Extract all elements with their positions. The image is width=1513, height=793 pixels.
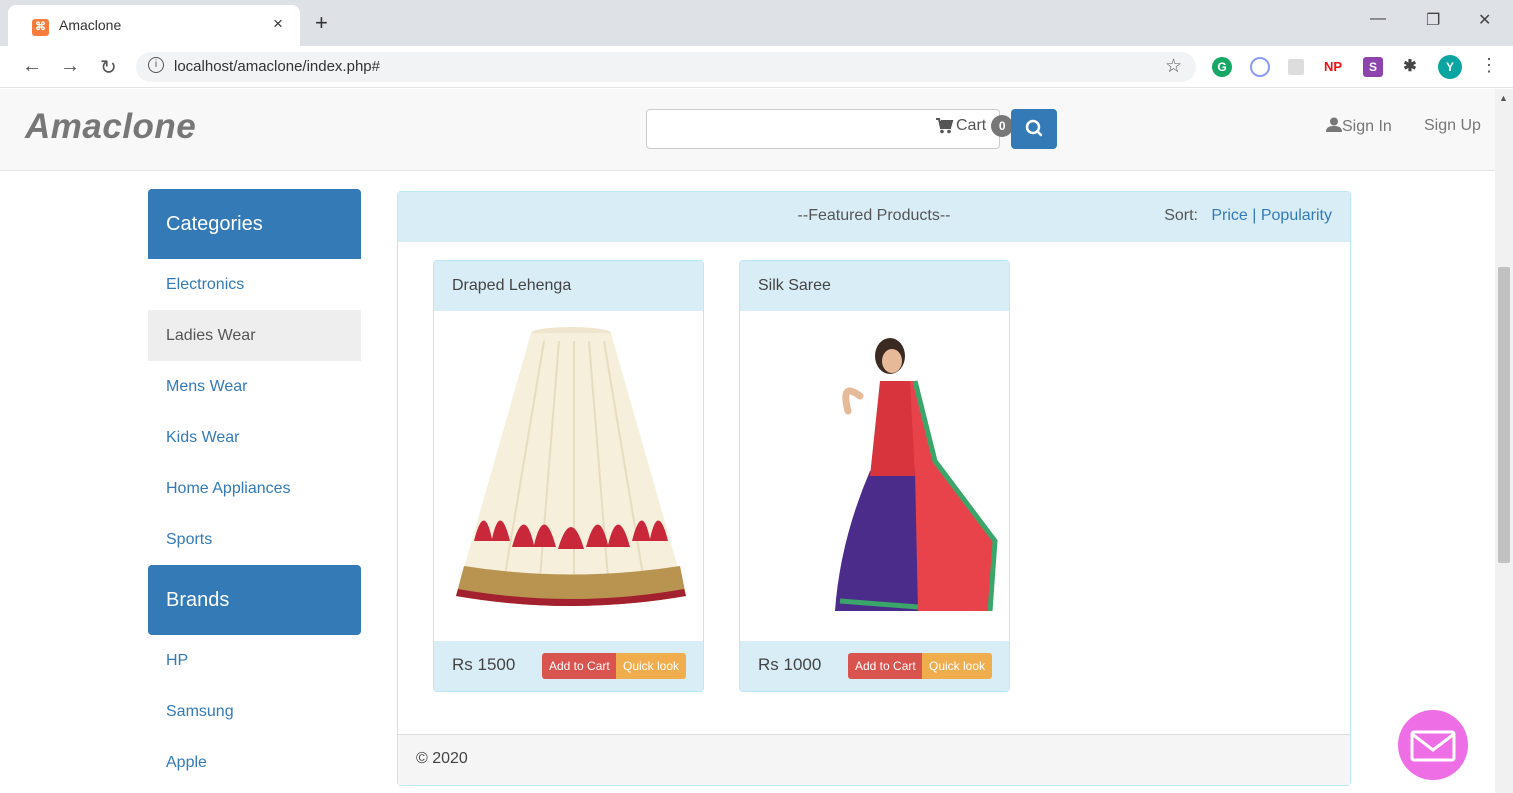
envelope-icon <box>1410 730 1456 762</box>
categories-header: Categories <box>148 189 361 259</box>
browser-toolbar: ← → ↻ i localhost/amaclone/index.php# ☆ … <box>0 46 1513 88</box>
site-brand[interactable]: Amaclone <box>25 107 196 147</box>
product-footer: Rs 1500 Add to Cart Quick look <box>434 641 703 691</box>
profile-avatar[interactable]: Y <box>1438 55 1462 79</box>
info-icon[interactable]: i <box>148 57 164 73</box>
close-window-icon[interactable]: ✕ <box>1478 10 1491 30</box>
product-image-saree[interactable] <box>740 311 1009 641</box>
tab-close-button[interactable]: × <box>273 14 283 34</box>
scroll-thumb[interactable] <box>1498 267 1510 563</box>
sidebar-item-electronics[interactable]: Electronics <box>148 259 361 310</box>
products-panel-header: --Featured Products-- Sort: Price | Popu… <box>398 192 1350 242</box>
tab-title: Amaclone <box>59 17 122 33</box>
address-bar[interactable]: i localhost/amaclone/index.php# ☆ <box>136 52 1196 82</box>
cart-label: Cart <box>956 117 987 134</box>
minimize-icon[interactable]: — <box>1370 10 1386 28</box>
sidebar-item-home-appliances[interactable]: Home Appliances <box>148 463 361 514</box>
grammarly-extension-icon[interactable]: G <box>1212 57 1232 77</box>
sort-separator: | <box>1252 207 1257 224</box>
restore-icon[interactable]: ❐ <box>1426 10 1440 30</box>
product-card: Draped Lehenga Rs 1500 Add to Cart Quick… <box>433 260 704 692</box>
product-name[interactable]: Silk Saree <box>740 261 1009 311</box>
search-button[interactable] <box>1011 109 1057 149</box>
product-footer: Rs 1000 Add to Cart Quick look <box>740 641 1009 691</box>
favicon-icon: ⌘ <box>32 19 49 36</box>
sign-in-label: Sign In <box>1342 118 1392 135</box>
bookmark-star-icon[interactable]: ☆ <box>1165 55 1182 78</box>
cart-link[interactable]: Cart 0 <box>936 115 1014 137</box>
products-panel: --Featured Products-- Sort: Price | Popu… <box>397 191 1351 786</box>
sort-price-link[interactable]: Price <box>1211 207 1247 224</box>
brands-header: Brands <box>148 565 361 635</box>
product-price: Rs 1000 <box>758 655 822 674</box>
sort-popularity-link[interactable]: Popularity <box>1261 207 1332 224</box>
user-icon <box>1326 117 1342 132</box>
back-icon[interactable]: ← <box>22 55 42 78</box>
menu-icon[interactable]: ⋮ <box>1480 55 1498 76</box>
sidebar-item-sports[interactable]: Sports <box>148 514 361 565</box>
quick-look-button[interactable]: Quick look <box>922 653 993 679</box>
s-extension-icon[interactable]: S <box>1363 57 1383 77</box>
sidebar-item-samsung[interactable]: Samsung <box>148 686 361 737</box>
browser-tab-bar: ⌘ Amaclone × + — ❐ ✕ <box>0 0 1513 46</box>
product-card: Silk Saree Rs 1000 Add to Cart Quick loo… <box>739 260 1010 692</box>
sidebar-item-apple[interactable]: Apple <box>148 737 361 788</box>
forward-icon[interactable]: → <box>60 55 80 78</box>
np-extension-icon[interactable]: NP <box>1323 57 1343 77</box>
add-to-cart-button[interactable]: Add to Cart <box>848 653 923 679</box>
flag-extension-icon[interactable] <box>1288 59 1304 75</box>
puzzle-icon[interactable]: ✱ <box>1400 57 1420 77</box>
circle-extension-icon[interactable] <box>1250 57 1270 77</box>
scroll-up-icon[interactable]: ▲ <box>1499 93 1508 103</box>
product-image-lehenga[interactable] <box>434 311 703 641</box>
panel-footer: © 2020 <box>398 734 1350 785</box>
sign-up-link[interactable]: Sign Up <box>1424 117 1481 135</box>
cart-icon <box>936 118 954 134</box>
product-price: Rs 1500 <box>452 655 516 674</box>
cart-count-badge: 0 <box>991 115 1014 137</box>
page-scrollbar[interactable]: ▲ <box>1495 89 1513 793</box>
product-name[interactable]: Draped Lehenga <box>434 261 703 311</box>
url-text: localhost/amaclone/index.php# <box>174 58 380 75</box>
sidebar-item-mens-wear[interactable]: Mens Wear <box>148 361 361 412</box>
site-navbar: Amaclone Cart 0 Sign In Sign Up <box>0 89 1495 171</box>
sort-controls: Sort: Price | Popularity <box>1164 207 1332 225</box>
sidebar-item-hp[interactable]: HP <box>148 635 361 686</box>
sidebar: Categories Electronics Ladies Wear Mens … <box>148 189 361 788</box>
browser-tab[interactable]: ⌘ Amaclone × <box>8 5 300 46</box>
add-to-cart-button[interactable]: Add to Cart <box>542 653 617 679</box>
reload-icon[interactable]: ↻ <box>100 55 117 80</box>
sidebar-item-ladies-wear[interactable]: Ladies Wear <box>148 310 361 361</box>
web-page: Amaclone Cart 0 Sign In Sign Up Categori… <box>0 89 1495 793</box>
sidebar-item-kids-wear[interactable]: Kids Wear <box>148 412 361 463</box>
search-icon <box>1025 119 1043 137</box>
sort-label: Sort: <box>1164 207 1198 224</box>
new-tab-button[interactable]: + <box>315 10 328 36</box>
quick-look-button[interactable]: Quick look <box>616 653 687 679</box>
sign-in-link[interactable]: Sign In <box>1326 117 1392 136</box>
chat-button[interactable] <box>1398 710 1468 780</box>
